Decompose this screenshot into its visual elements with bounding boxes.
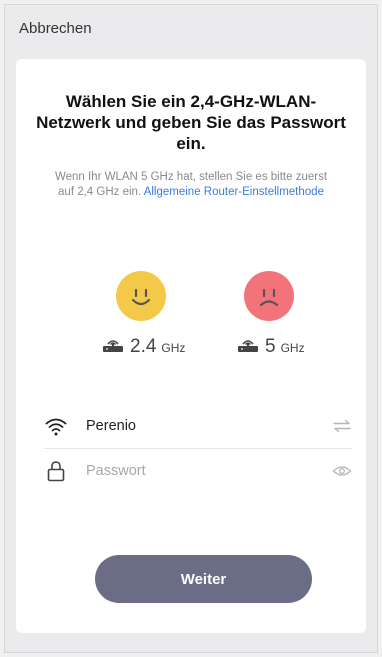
frowning-face-icon: [244, 271, 294, 321]
band-2-4ghz: 2.4 GHz: [101, 334, 185, 358]
page-title: Wählen Sie ein 2,4-GHz-WLAN-Netzwerk und…: [36, 92, 346, 153]
wifi-icon: [45, 418, 67, 436]
password-input[interactable]: [86, 463, 332, 479]
band-unit: GHz: [161, 341, 186, 355]
band-5ghz: 5 GHz: [236, 334, 305, 358]
top-bar: Abbrechen: [5, 5, 377, 53]
band-unit: GHz: [280, 341, 305, 355]
eye-icon[interactable]: [332, 463, 352, 479]
app-screen: Abbrechen Wählen Sie ein 2,4-GHz-WLAN-Ne…: [4, 4, 378, 653]
cancel-button[interactable]: Abbrechen: [19, 20, 92, 37]
hint-text: Wenn Ihr WLAN 5 GHz hat, stellen Sie es …: [46, 170, 336, 200]
smiley-face-icon: [116, 271, 166, 321]
router-icon: [238, 340, 258, 352]
wifi-ssid: Perenio: [86, 418, 136, 434]
wifi-setup-card: Wählen Sie ein 2,4-GHz-WLAN-Netzwerk und…: [16, 59, 366, 633]
band-number: 2.4: [130, 336, 157, 357]
password-row: [44, 449, 352, 493]
band-number: 5: [265, 336, 276, 357]
lock-icon: [47, 461, 65, 482]
switch-network-icon[interactable]: [332, 418, 352, 434]
router-settings-link[interactable]: Allgemeine Router-Einstellmethode: [144, 186, 324, 198]
wifi-network-row[interactable]: Perenio: [44, 404, 352, 449]
next-button[interactable]: Weiter: [95, 555, 312, 603]
router-icon: [103, 340, 123, 352]
